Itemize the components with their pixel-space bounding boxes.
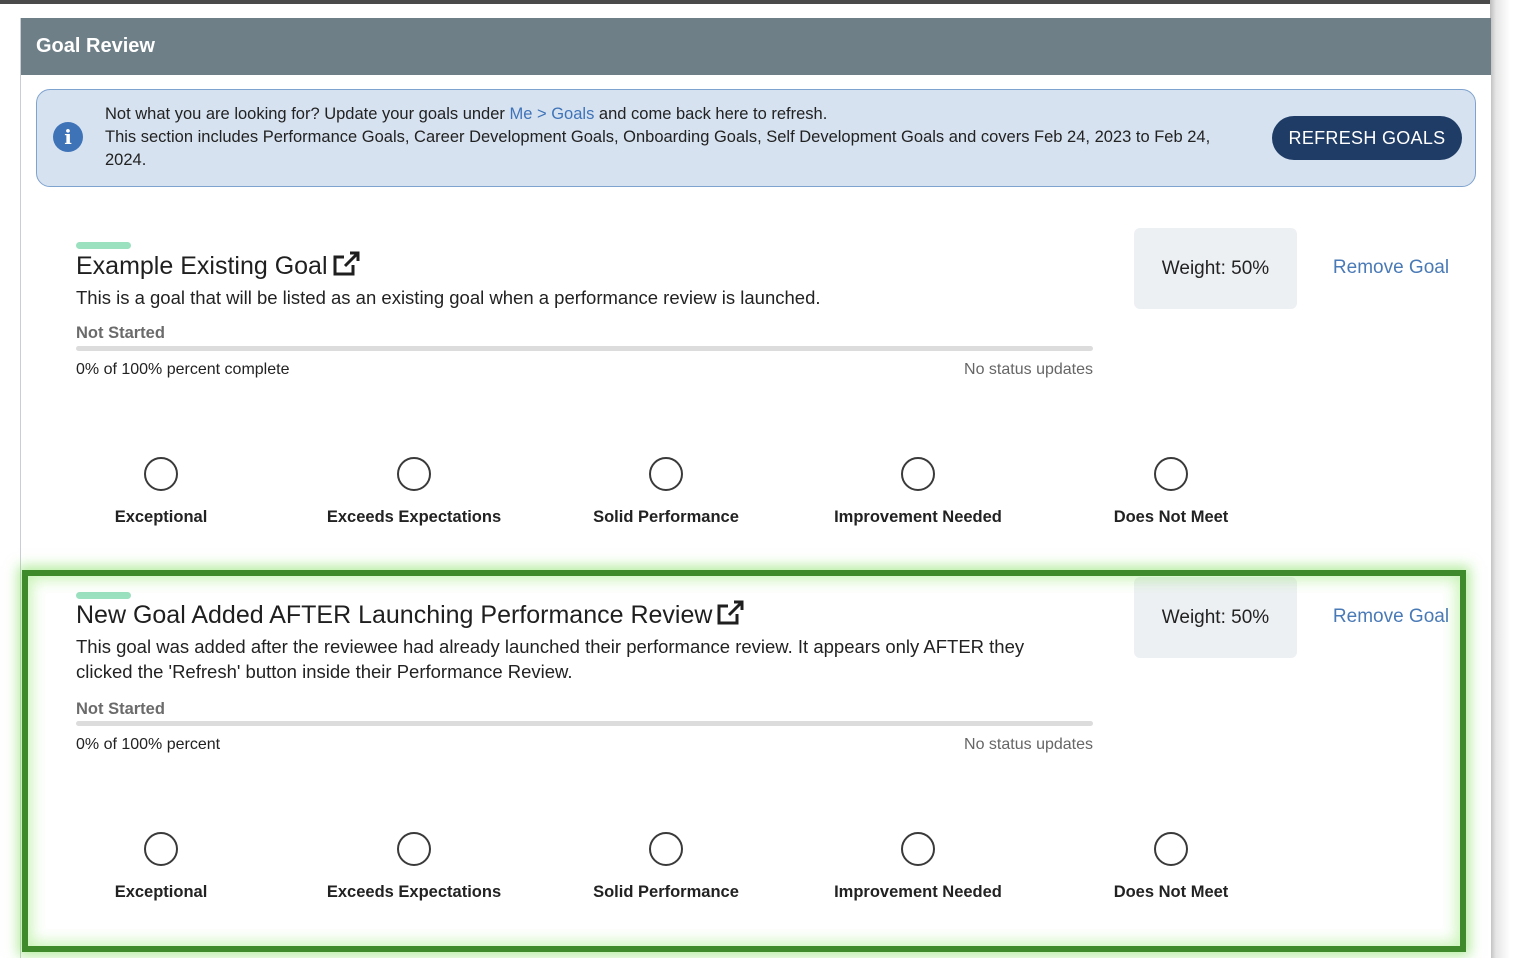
goal-review-panel: Goal Review i Not what you are looking f… — [20, 18, 1491, 958]
goal-title-text[interactable]: Example Existing Goal — [76, 252, 328, 280]
rating-option-improvement-needed[interactable]: Improvement Needed — [808, 457, 1028, 527]
window-edge — [1490, 0, 1528, 958]
goal-accent-bar — [76, 242, 131, 249]
info-line2: This section includes Performance Goals,… — [105, 128, 1211, 169]
goal-weight: Weight: 50% — [1134, 577, 1297, 658]
rating-option-solid-performance[interactable]: Solid Performance — [556, 832, 776, 902]
goal-description: This goal was added after the reviewee h… — [76, 636, 1025, 682]
rating-label: Exceptional — [114, 883, 208, 901]
goal-accent-bar — [76, 592, 131, 599]
external-link-icon[interactable] — [716, 600, 744, 633]
goal-percent-text: 0% of 100% percent — [76, 736, 221, 753]
goal-progress-bar — [76, 346, 1093, 351]
goal-status-updates: No status updates — [964, 361, 1093, 378]
rating-option-does-not-meet[interactable]: Does Not Meet — [1061, 832, 1281, 902]
rating-radio[interactable] — [649, 832, 683, 866]
rating-radio[interactable] — [901, 457, 935, 491]
goal-status: Not Started — [76, 324, 165, 342]
remove-goal-link[interactable]: Remove Goal — [1321, 606, 1461, 628]
goal-description: This is a goal that will be listed as an… — [76, 287, 821, 308]
rating-radio[interactable] — [144, 457, 178, 491]
panel-header: Goal Review — [21, 18, 1491, 75]
rating-option-exceeds-expectations[interactable]: Exceeds Expectations — [304, 832, 524, 902]
goal-weight: Weight: 50% — [1134, 228, 1297, 309]
rating-label: Exceptional — [114, 508, 208, 526]
goal-status: Not Started — [76, 700, 165, 718]
info-line1-prefix: Not what you are looking for? Update you… — [105, 105, 510, 123]
goal-title-text[interactable]: New Goal Added AFTER Launching Performan… — [76, 601, 712, 629]
rating-label: Exceeds Expectations — [326, 883, 502, 901]
rating-radio[interactable] — [397, 832, 431, 866]
top-border — [0, 0, 1490, 4]
refresh-goals-button[interactable]: REFRESH GOALS — [1272, 116, 1462, 160]
remove-goal-link[interactable]: Remove Goal — [1321, 257, 1461, 279]
goal-title: Example Existing Goal — [76, 251, 360, 284]
external-link-icon[interactable] — [332, 251, 360, 284]
goal-title: New Goal Added AFTER Launching Performan… — [76, 600, 744, 633]
rating-option-exceptional[interactable]: Exceptional — [51, 457, 271, 527]
rating-radio[interactable] — [397, 457, 431, 491]
panel-title: Goal Review — [36, 35, 155, 57]
rating-option-improvement-needed[interactable]: Improvement Needed — [808, 832, 1028, 902]
rating-radio[interactable] — [901, 832, 935, 866]
rating-label: Improvement Needed — [834, 883, 1002, 901]
rating-label: Solid Performance — [593, 508, 739, 526]
rating-option-exceeds-expectations[interactable]: Exceeds Expectations — [304, 457, 524, 527]
info-line1-suffix: and come back here to refresh. — [594, 105, 828, 123]
info-banner: i Not what you are looking for? Update y… — [36, 89, 1476, 187]
rating-label: Improvement Needed — [834, 508, 1002, 526]
rating-radio[interactable] — [144, 832, 178, 866]
goal-progress-bar — [76, 721, 1093, 726]
rating-label: Does Not Meet — [1113, 508, 1229, 526]
rating-radio[interactable] — [1154, 832, 1188, 866]
goal-status-updates: No status updates — [964, 736, 1093, 753]
me-goals-link[interactable]: Me > Goals — [510, 105, 595, 123]
rating-label: Exceeds Expectations — [326, 508, 502, 526]
rating-option-does-not-meet[interactable]: Does Not Meet — [1061, 457, 1281, 527]
rating-radio[interactable] — [649, 457, 683, 491]
info-circle-icon: i — [53, 122, 83, 152]
info-text: Not what you are looking for? Update you… — [105, 103, 1255, 172]
rating-radio[interactable] — [1154, 457, 1188, 491]
rating-option-exceptional[interactable]: Exceptional — [51, 832, 271, 902]
goal-percent-text: 0% of 100% percent complete — [76, 361, 290, 378]
rating-label: Solid Performance — [593, 883, 739, 901]
rating-label: Does Not Meet — [1113, 883, 1229, 901]
rating-option-solid-performance[interactable]: Solid Performance — [556, 457, 776, 527]
